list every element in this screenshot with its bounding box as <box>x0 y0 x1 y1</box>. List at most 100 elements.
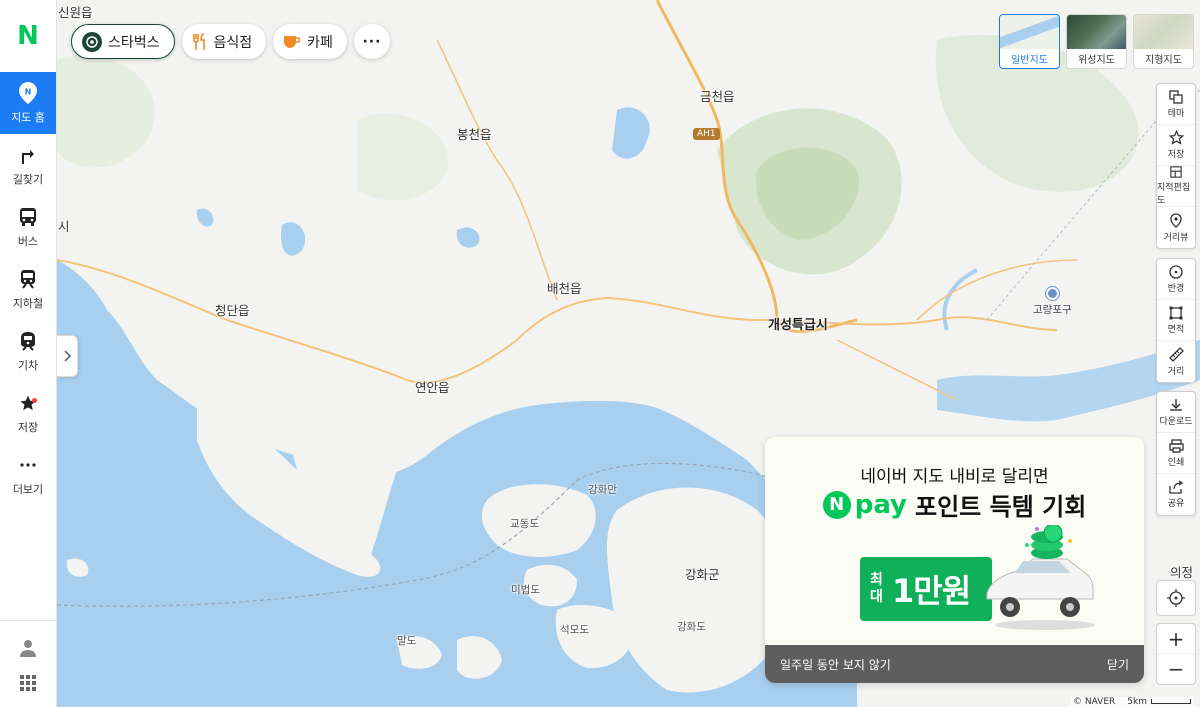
sidebar-item-saved[interactable]: 저장 <box>0 382 56 444</box>
sidebar-bottom <box>0 620 56 707</box>
naver-logo[interactable]: N <box>0 0 56 72</box>
zoom-in-button[interactable]: + <box>1157 624 1195 654</box>
chip-label: 음식점 <box>213 34 253 51</box>
sidebar-item-map-home[interactable]: N 지도 홈 <box>0 72 56 134</box>
place-label[interactable]: 신원읍 <box>58 2 93 21</box>
map-pin-icon: N <box>17 81 39 104</box>
tool-label: 인쇄 <box>1167 457 1185 468</box>
more-icon: ··· <box>362 33 382 50</box>
map-type-satellite[interactable]: 위성지도 <box>1066 14 1127 69</box>
map-type-label: 일반지도 <box>1011 55 1048 66</box>
copyright-text: © NAVER <box>1073 697 1116 707</box>
promo-headline: 네이버 지도 내비로 달리면 <box>860 467 1049 487</box>
place-label[interactable]: 의정 <box>1170 562 1193 581</box>
chip-more-button[interactable]: ··· <box>353 24 390 59</box>
close-popup-button[interactable]: 닫기 <box>1107 656 1129 673</box>
promo-popup: 네이버 지도 내비로 달리면 N pay 포인트 득템 기회 최대 1만원 일주… <box>765 437 1144 683</box>
chip-label: 스타벅스 <box>108 34 160 51</box>
tool-share[interactable]: 공유 <box>1157 474 1195 515</box>
tool-radius[interactable]: 반경 <box>1157 259 1195 300</box>
svg-text:N: N <box>25 87 32 96</box>
tool-label: 거리 <box>1167 366 1185 377</box>
download-icon <box>1170 398 1182 411</box>
place-label[interactable]: 미법도 <box>511 582 540 597</box>
tool-label: 반경 <box>1167 283 1185 294</box>
map-tools-group-3: 다운로드 인쇄 공유 <box>1156 391 1196 516</box>
dismiss-week-button[interactable]: 일주일 동안 보지 않기 <box>780 656 891 673</box>
place-label[interactable]: 석모도 <box>560 622 589 637</box>
zoom-control: + − <box>1156 623 1196 685</box>
sidebar-item-more[interactable]: 더보기 <box>0 444 56 506</box>
more-icon <box>17 454 39 476</box>
satellite-map-thumbnail <box>1067 15 1126 49</box>
sidebar-item-bus[interactable]: 버스 <box>0 196 56 258</box>
tool-streetview[interactable]: 거리뷰 <box>1157 207 1195 248</box>
npay-word: pay <box>854 489 908 520</box>
tool-area[interactable]: 면적 <box>1157 300 1195 341</box>
poi-marker[interactable]: 고량포구 <box>1033 287 1072 317</box>
place-label[interactable]: 말도 <box>397 633 416 648</box>
map-type-terrain[interactable]: 지형지도 <box>1133 14 1194 69</box>
tool-label: 지적편집도 <box>1157 183 1191 206</box>
map-type-selector: 일반지도 위성지도 지형지도 <box>999 14 1194 69</box>
streetview-icon <box>1170 212 1182 228</box>
my-location-button[interactable] <box>1156 580 1196 616</box>
sidebar-item-label: 길찾기 <box>12 172 44 186</box>
tool-label: 다운로드 <box>1159 416 1193 427</box>
map-type-label: 위성지도 <box>1078 55 1115 66</box>
tool-cadastral[interactable]: 지적편집도 <box>1157 166 1195 207</box>
chip-starbucks[interactable]: 스타벅스 <box>71 24 175 59</box>
scale-bar: 5km <box>1127 697 1191 707</box>
sidebar-item-label: 지하철 <box>12 296 44 310</box>
crosshair-icon <box>1167 589 1185 607</box>
tool-save[interactable]: 저장 <box>1157 125 1195 166</box>
sidebar-item-directions[interactable]: 길찾기 <box>0 134 56 196</box>
layers-icon <box>1169 89 1183 104</box>
place-label[interactable]: 청단읍 <box>215 300 250 319</box>
zoom-out-button[interactable]: − <box>1157 654 1195 684</box>
map-tools-group-2: 반경 면적 거리 <box>1156 258 1196 383</box>
place-label[interactable]: 강화군 <box>685 564 720 583</box>
npay-logo: N pay <box>822 489 908 520</box>
print-icon <box>1168 438 1184 453</box>
chip-cafe[interactable]: 카페 <box>273 24 347 59</box>
place-label[interactable]: 연안읍 <box>415 377 450 396</box>
terrain-map-thumbnail <box>1134 15 1193 49</box>
place-label[interactable]: 봉천읍 <box>457 124 492 143</box>
sidebar-item-label: 지도 홈 <box>11 110 45 124</box>
tool-distance[interactable]: 거리 <box>1157 341 1195 382</box>
npay-n-badge: N <box>822 490 851 519</box>
sidebar-item-subway[interactable]: 지하철 <box>0 258 56 320</box>
restaurant-icon <box>192 32 205 50</box>
subway-icon <box>17 268 39 290</box>
train-icon <box>17 330 39 352</box>
scale-label: 5km <box>1127 697 1147 707</box>
chevron-right-icon <box>63 350 71 362</box>
map-type-normal[interactable]: 일반지도 <box>999 14 1060 69</box>
cafe-icon <box>284 35 301 48</box>
chip-restaurant[interactable]: 음식점 <box>181 24 267 59</box>
place-label[interactable]: 강화만 <box>588 482 617 497</box>
sidebar: N N 지도 홈 길찾기 버스 지하철 기차 저장 더보기 <box>0 0 57 707</box>
sidebar-item-train[interactable]: 기차 <box>0 320 56 382</box>
promo-footer: 일주일 동안 보지 않기 닫기 <box>765 645 1144 683</box>
panel-expand-button[interactable] <box>57 335 78 377</box>
car-with-coins-illustration <box>986 525 1095 630</box>
radius-icon <box>1169 264 1183 279</box>
place-label[interactable]: 금천읍 <box>700 86 735 105</box>
user-icon[interactable] <box>19 639 37 661</box>
prize-amount: 1만원 <box>892 572 971 610</box>
tool-theme[interactable]: 테마 <box>1157 84 1195 125</box>
notification-dot <box>32 398 37 403</box>
apps-grid-icon[interactable] <box>20 675 36 695</box>
star-outline-icon <box>1168 130 1184 145</box>
sidebar-item-label: 버스 <box>17 234 39 248</box>
tool-print[interactable]: 인쇄 <box>1157 433 1195 474</box>
place-label[interactable]: 시 <box>58 216 70 235</box>
place-label[interactable]: 교동도 <box>510 516 539 531</box>
tool-download[interactable]: 다운로드 <box>1157 392 1195 433</box>
place-label[interactable]: 강화도 <box>677 619 706 634</box>
place-label[interactable]: 배천읍 <box>547 278 582 297</box>
poi-label: 고량포구 <box>1033 304 1072 316</box>
place-label[interactable]: 개성특급시 <box>768 314 828 333</box>
